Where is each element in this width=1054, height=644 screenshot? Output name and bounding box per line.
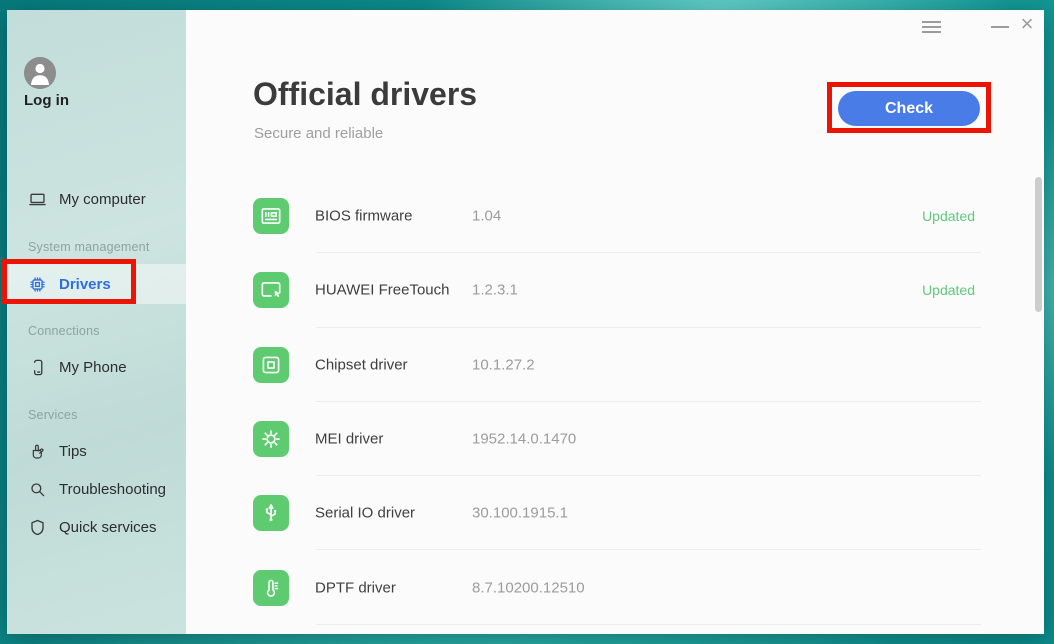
driver-version: 10.1.27.2	[472, 356, 535, 373]
shield-icon	[28, 518, 47, 537]
drivers-list: BIOS firmware 1.04 Updated HUAWEI FreeTo…	[253, 179, 981, 625]
minimize-icon[interactable]	[987, 15, 1013, 39]
driver-name: BIOS firmware	[315, 208, 413, 225]
sidebar-item-label: Tips	[59, 443, 87, 460]
page-subtitle: Secure and reliable	[254, 125, 383, 142]
thermometer-icon	[253, 570, 289, 606]
driver-name: Serial IO driver	[315, 505, 415, 522]
sidebar-item-label: My computer	[59, 191, 146, 208]
driver-version: 1.04	[472, 208, 501, 225]
driver-row[interactable]: Chipset driver 10.1.27.2	[253, 328, 981, 402]
phone-icon	[28, 358, 47, 377]
laptop-icon	[28, 190, 47, 209]
sidebar-section-connections: Connections	[28, 324, 100, 338]
menu-icon[interactable]	[918, 15, 944, 39]
driver-row[interactable]: HUAWEI FreeTouch 1.2.3.1 Updated	[253, 253, 981, 327]
sidebar-item-troubleshooting[interactable]: Troubleshooting	[7, 474, 186, 504]
sidebar-item-label: Troubleshooting	[59, 481, 166, 498]
sidebar-item-label: My Phone	[59, 359, 127, 376]
mei-icon	[253, 421, 289, 457]
driver-version: 1952.14.0.1470	[472, 431, 576, 448]
row-separator	[316, 624, 981, 625]
login-link[interactable]: Log in	[24, 92, 69, 109]
usb-icon	[253, 495, 289, 531]
desktop: { "app": { "accent_blue": "#4a7ce8", "ti…	[0, 0, 1054, 644]
driver-version: 8.7.10200.12510	[472, 579, 585, 596]
sidebar-item-quick-services[interactable]: Quick services	[7, 512, 186, 542]
annotation-box-check	[827, 82, 991, 133]
driver-version: 30.100.1915.1	[472, 505, 568, 522]
sidebar-item-my-phone[interactable]: My Phone	[7, 352, 186, 382]
driver-name: DPTF driver	[315, 579, 396, 596]
magnifier-icon	[28, 480, 47, 499]
driver-name: HUAWEI FreeTouch	[315, 282, 449, 299]
avatar[interactable]	[24, 57, 56, 89]
sidebar: Log in My computer System management Dri…	[7, 10, 186, 634]
sidebar-item-label: Quick services	[59, 519, 157, 536]
driver-name: MEI driver	[315, 431, 383, 448]
driver-status-badge: Updated	[922, 282, 975, 298]
page-title: Official drivers	[253, 76, 477, 113]
driver-name: Chipset driver	[315, 356, 408, 373]
driver-row[interactable]: BIOS firmware 1.04 Updated	[253, 179, 981, 253]
tips-icon	[28, 442, 47, 461]
avatar-icon	[24, 57, 56, 89]
annotation-box-drivers	[2, 259, 136, 304]
sidebar-item-tips[interactable]: Tips	[7, 436, 186, 466]
sidebar-item-my-computer[interactable]: My computer	[7, 184, 186, 214]
sidebar-section-system-management: System management	[28, 240, 150, 254]
sidebar-section-services: Services	[28, 408, 78, 422]
chipset-icon	[253, 347, 289, 383]
bios-icon	[253, 198, 289, 234]
driver-row[interactable]: Serial IO driver 30.100.1915.1	[253, 476, 981, 550]
touchpad-icon	[253, 272, 289, 308]
driver-row[interactable]: MEI driver 1952.14.0.1470	[253, 402, 981, 476]
driver-version: 1.2.3.1	[472, 282, 518, 299]
driver-status-badge: Updated	[922, 208, 975, 224]
driver-row[interactable]: DPTF driver 8.7.10200.12510	[253, 550, 981, 624]
scrollbar-thumb[interactable]	[1035, 177, 1042, 312]
close-icon[interactable]: ×	[1014, 12, 1040, 36]
